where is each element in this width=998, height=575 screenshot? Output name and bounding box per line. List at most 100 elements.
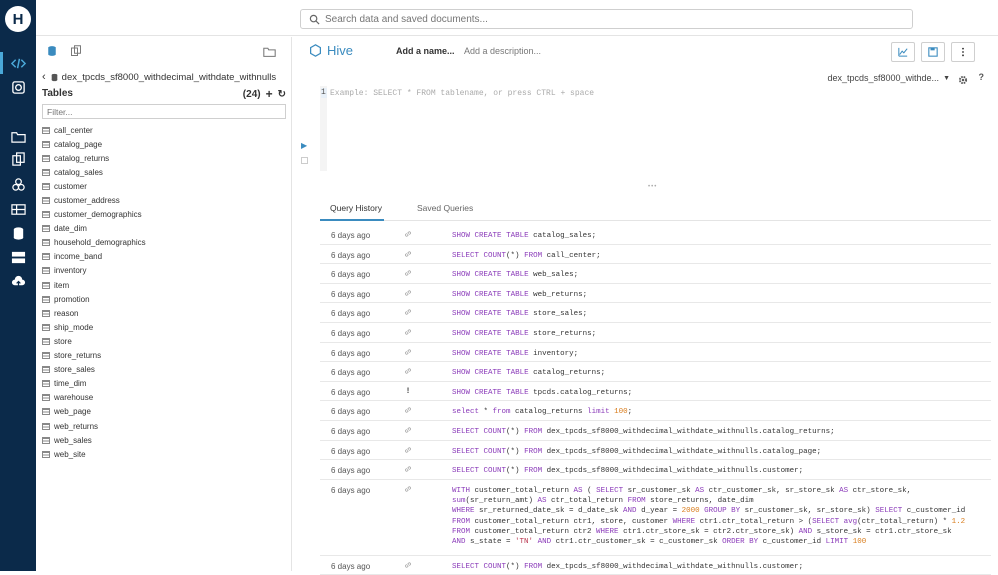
line-chart-icon [898,47,908,57]
table-item[interactable]: customer [42,179,286,193]
hue-logo-icon[interactable]: H [5,6,31,32]
table-item[interactable]: household_demographics [42,236,286,250]
folder-icon[interactable] [0,125,36,147]
table-name: income_band [54,252,103,262]
query-sql: SELECT COUNT(*) FROM dex_tpcds_sf8000_wi… [452,447,822,456]
jobs-icon[interactable] [0,173,36,195]
query-history-row[interactable]: 6 days ago SHOW CREATE TABLE web_returns; [320,284,991,304]
query-sql: SHOW CREATE TABLE store_returns; [452,329,597,338]
editor-code-icon[interactable] [0,52,36,74]
table-item[interactable]: income_band [42,250,286,264]
table-item[interactable]: time_dim [42,377,286,391]
query-history-row[interactable]: 6 days ago select * from catalog_returns … [320,401,991,421]
query-history-row[interactable]: 6 days ago SHOW CREATE TABLE catalog_retu… [320,362,991,382]
link-icon [403,465,413,475]
refresh-icon[interactable]: ↻ [278,89,286,100]
table-item[interactable]: promotion [42,292,286,306]
query-sql: SELECT COUNT(*) FROM dex_tpcds_sf8000_wi… [452,562,804,571]
query-history-row[interactable]: 6 days ago SELECT COUNT(*) FROM dex_tpcds… [320,421,991,441]
table-item[interactable]: call_center [42,123,286,137]
cloud-upload-icon[interactable] [0,270,36,292]
table-icon [42,352,50,360]
table-icon [42,380,50,388]
server-icon[interactable] [0,246,36,268]
query-sql: SHOW CREATE TABLE tpcds.catalog_returns; [452,388,633,397]
database-icon[interactable] [0,222,36,244]
add-icon[interactable]: + [266,87,273,101]
table-item[interactable]: web_page [42,405,286,419]
query-history-row[interactable]: 6 days ago SHOW CREATE TABLE inventory; [320,343,991,363]
tab-query-history[interactable]: Query History [330,203,382,213]
table-item[interactable]: reason [42,306,286,320]
table-item[interactable]: store_returns [42,349,286,363]
dashboard-icon[interactable] [0,76,36,98]
database-tab-icon[interactable] [44,43,60,59]
table-item[interactable]: web_returns [42,419,286,433]
query-history-row[interactable]: 6 days ago SHOW CREATE TABLE store_sales; [320,303,991,323]
add-name-field[interactable]: Add a name... [396,46,455,56]
query-history-row[interactable]: 6 days ago SHOW CREATE TABLE catalog_sale… [320,225,991,245]
sql-editor[interactable]: Example: SELECT * FROM tablename, or pre… [327,86,987,181]
documents-icon[interactable] [0,148,36,170]
query-time: 6 days ago [331,466,371,476]
query-sql: SHOW CREATE TABLE web_sales; [452,271,579,280]
chart-button[interactable] [891,42,915,62]
database-breadcrumb[interactable]: ‹ dex_tpcds_sf8000_withdecimal_withdate_… [42,71,276,83]
query-sql: SHOW CREATE TABLE web_returns; [452,290,588,299]
table-item[interactable]: web_site [42,447,286,461]
table-item[interactable]: customer_address [42,193,286,207]
query-history-row[interactable]: 6 days ago SHOW CREATE TABLE store_return… [320,323,991,343]
add-description-field[interactable]: Add a description... [464,46,541,56]
table-icon [42,126,50,134]
table-icon [42,309,50,317]
table-item[interactable]: item [42,278,286,292]
editor-placeholder: Example: SELECT * FROM tablename, or pre… [330,89,595,98]
query-history-row[interactable]: 6 days ago SHOW CREATE TABLE web_sales; [320,264,991,284]
save-button[interactable] [921,42,945,62]
help-icon[interactable]: ? [979,72,985,82]
table-item[interactable]: store_sales [42,363,286,377]
tables-icon[interactable] [0,198,36,220]
query-history-row[interactable]: 6 days ago SELECT COUNT(*) FROM dex_tpcds… [320,460,991,480]
documents-tab-icon[interactable] [68,43,84,59]
table-icon [42,253,50,261]
table-item[interactable]: catalog_sales [42,165,286,179]
query-sql: SELECT COUNT(*) FROM dex_tpcds_sf8000_wi… [452,467,804,476]
table-item[interactable]: customer_demographics [42,208,286,222]
table-item[interactable]: inventory [42,264,286,278]
select-checkbox[interactable] [301,157,308,164]
table-item[interactable]: date_dim [42,222,286,236]
more-options-button[interactable] [951,42,975,62]
search-icon [309,14,320,25]
search-input[interactable] [325,13,885,25]
query-history-row[interactable]: 6 days ago WITH customer_total_return AS … [320,480,991,556]
table-name: item [54,280,70,290]
back-chevron-icon[interactable]: ‹ [42,71,46,83]
table-icon [42,154,50,162]
play-icon[interactable]: ▶ [301,141,307,150]
resize-handle[interactable]: ••• [648,184,657,190]
table-icon [42,197,50,205]
table-item[interactable]: web_sales [42,433,286,447]
folder-icon[interactable] [261,43,277,59]
tables-filter-input[interactable] [42,104,286,119]
table-name: store_sales [54,365,95,375]
database-select[interactable]: dex_tpcds_sf8000_withde... ▼ [827,73,950,83]
query-time: 6 days ago [331,328,371,338]
query-history-row[interactable]: 6 days ago SELECT COUNT(*) FROM dex_tpcds… [320,441,991,461]
table-item[interactable]: catalog_returns [42,151,286,165]
global-search[interactable] [300,9,913,29]
link-icon [403,561,413,571]
table-icon [42,239,50,247]
tables-count: (24) [242,88,261,100]
query-history-row[interactable]: 6 days ago SELECT COUNT(*) FROM call_cent… [320,245,991,265]
table-item[interactable]: catalog_page [42,137,286,151]
table-name: customer_demographics [54,210,142,220]
tab-saved-queries[interactable]: Saved Queries [417,203,473,213]
table-item[interactable]: warehouse [42,391,286,405]
results-tabs: Query History Saved Queries [320,195,991,221]
query-history-row[interactable]: 6 days ago SELECT COUNT(*) FROM dex_tpcds… [320,556,991,575]
query-history-row[interactable]: 6 days ago! SHOW CREATE TABLE tpcds.catal… [320,382,991,402]
table-item[interactable]: store [42,334,286,348]
table-item[interactable]: ship_mode [42,320,286,334]
